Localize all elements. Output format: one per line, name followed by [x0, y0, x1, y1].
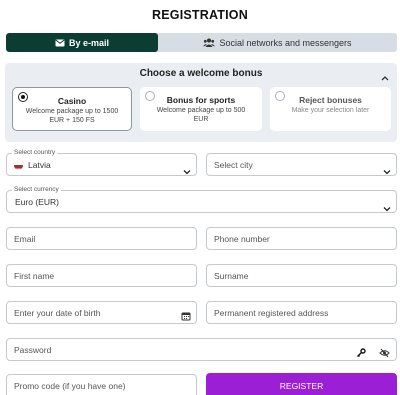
- calendar-icon[interactable]: [181, 308, 191, 321]
- bonus-option-desc: Welcome package up to 1500 EUR + 150 FS: [25, 108, 119, 124]
- country-value: Latvia: [28, 160, 51, 170]
- bonus-heading: Choose a welcome bonus: [139, 68, 263, 79]
- chevron-up-icon[interactable]: [380, 69, 390, 81]
- latvia-flag-icon: [14, 161, 23, 170]
- password-placeholder: Password: [14, 345, 52, 355]
- bonus-option-casino[interactable]: Casino Welcome package up to 1500 EUR + …: [12, 87, 132, 131]
- welcome-bonus-panel: Choose a welcome bonus Casino Welcome pa…: [5, 63, 397, 142]
- page-title: REGISTRATION: [152, 8, 248, 22]
- bonus-option-sports[interactable]: Bonus for sports Welcome package up to 5…: [140, 87, 262, 131]
- address-field[interactable]: Permanent registered address: [206, 301, 397, 324]
- phone-placeholder: Phone number: [214, 234, 270, 244]
- first-name-field[interactable]: First name: [6, 264, 197, 287]
- surname-field[interactable]: Surname: [206, 264, 397, 287]
- bonus-option-desc: Make your selection later: [291, 107, 370, 114]
- country-select[interactable]: Select country Latvia: [6, 149, 197, 176]
- address-placeholder: Permanent registered address: [214, 308, 329, 318]
- dob-placeholder: Enter your date of birth: [14, 308, 101, 318]
- email-placeholder: Email: [14, 234, 36, 244]
- chevron-down-icon: [383, 199, 391, 212]
- tab-email-label: By e-mail: [68, 37, 110, 48]
- tab-social[interactable]: Social networks and messengers: [158, 33, 397, 52]
- email-field[interactable]: Email: [6, 227, 197, 250]
- chevron-down-icon: [383, 162, 391, 175]
- currency-select[interactable]: Select currency Euro (EUR): [6, 186, 397, 213]
- first-name-placeholder: First name: [14, 271, 55, 281]
- date-of-birth-field[interactable]: Enter your date of birth: [6, 301, 197, 324]
- bonus-option-title: Casino: [57, 96, 87, 106]
- password-field[interactable]: Password: [6, 338, 397, 361]
- currency-value: Euro (EUR): [15, 197, 59, 207]
- chevron-down-icon: [183, 162, 191, 175]
- eye-slash-icon[interactable]: [379, 345, 390, 358]
- tab-email[interactable]: By e-mail: [6, 33, 158, 52]
- bonus-option-title: Bonus for sports: [166, 95, 236, 105]
- registration-tabs: By e-mail Social networks and messengers: [6, 33, 397, 52]
- city-placeholder: Select city: [214, 160, 253, 170]
- bonus-option-title: Reject bonuses: [299, 95, 362, 105]
- register-button[interactable]: REGISTER: [206, 373, 397, 395]
- users-icon: [203, 38, 216, 47]
- promo-placeholder: Promo code (if you have one): [14, 381, 126, 391]
- bonus-option-reject[interactable]: Reject bonuses Make your selection later: [270, 87, 391, 131]
- key-icon[interactable]: [356, 345, 366, 357]
- bonus-option-desc: Welcome package up to 500 EUR: [156, 107, 246, 123]
- promo-code-field[interactable]: Promo code (if you have one): [6, 374, 197, 395]
- phone-field[interactable]: Phone number: [206, 227, 397, 250]
- tab-social-label: Social networks and messengers: [219, 37, 352, 48]
- currency-label: Select currency: [12, 186, 61, 193]
- surname-placeholder: Surname: [214, 271, 249, 281]
- country-label: Select country: [12, 149, 58, 156]
- city-select[interactable]: Select city: [206, 153, 397, 176]
- envelope-icon: [55, 39, 65, 47]
